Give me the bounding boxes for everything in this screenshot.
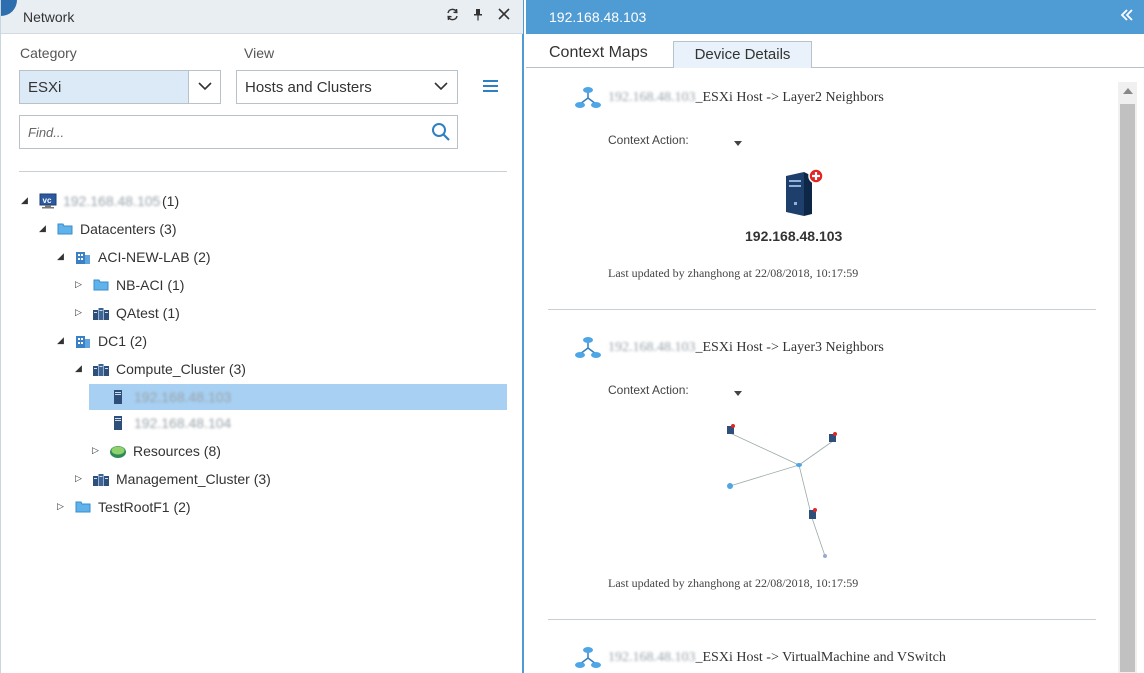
expanded-arrow-icon[interactable]: ◢ [21, 195, 31, 205]
search-icon[interactable] [431, 122, 451, 147]
tree-label: Resources (8) [133, 443, 221, 459]
last-updated-text: Last updated by zhanghong at 22/08/2018,… [608, 266, 859, 280]
context-map-title-device: 192.168.48.103 [608, 90, 696, 105]
context-map-title[interactable]: 192.168.48.103_ESXi Host -> VirtualMachi… [608, 650, 946, 666]
datacenter-icon [75, 333, 93, 349]
card-separator [548, 619, 1096, 620]
network-panel: Network Category View ESXi Hosts and Clu… [0, 0, 524, 673]
server-icon [112, 415, 130, 431]
context-action-label: Context Action: [608, 133, 689, 147]
scrollbar[interactable] [1118, 82, 1137, 673]
collapsed-arrow-icon[interactable]: ▷ [75, 307, 85, 317]
search-input[interactable] [26, 122, 426, 142]
cluster-icon [92, 361, 110, 377]
folder-icon [57, 221, 75, 237]
tree-label: QAtest (1) [116, 305, 180, 321]
network-map-icon[interactable] [574, 644, 602, 673]
context-map-title-device: 192.168.48.103 [608, 340, 696, 355]
device-panel: 192.168.48.103 Context Maps Device Detai… [526, 0, 1144, 673]
category-select-value: ESXi [28, 79, 62, 96]
vcenter-icon: vc [39, 193, 57, 209]
network-map-icon[interactable] [574, 84, 602, 117]
collapsed-arrow-icon[interactable]: ▷ [75, 473, 85, 483]
chevron-down-icon[interactable] [188, 71, 220, 103]
tab-context-maps[interactable]: Context Maps [549, 44, 648, 70]
panel-corner-decoration [1, 0, 17, 16]
network-map-icon[interactable] [574, 334, 602, 367]
datacenter-icon [75, 249, 93, 265]
expanded-arrow-icon[interactable]: ◢ [39, 223, 49, 233]
tab-device-details[interactable]: Device Details [673, 41, 812, 68]
device-panel-header: 192.168.48.103 [526, 0, 1144, 34]
close-icon[interactable] [496, 8, 512, 24]
context-maps-list: 192.168.48.103_ESXi Host -> Layer2 Neigh… [548, 80, 1118, 673]
search-field[interactable] [19, 115, 458, 149]
context-map-title-suffix: _ESXi Host -> VirtualMachine and VSwitch [695, 650, 946, 665]
context-map-title[interactable]: 192.168.48.103_ESXi Host -> Layer3 Neigh… [608, 340, 884, 356]
refresh-icon[interactable] [444, 8, 460, 24]
collapsed-arrow-icon[interactable]: ▷ [75, 279, 85, 289]
expanded-arrow-icon[interactable]: ◢ [57, 335, 67, 345]
network-panel-title: Network [23, 9, 75, 25]
tree-label: Compute_Cluster (3) [116, 361, 246, 377]
cluster-icon [92, 305, 110, 321]
resource-pool-icon [109, 443, 127, 459]
expanded-arrow-icon[interactable]: ◢ [57, 251, 67, 261]
tree-label: DC1 (2) [98, 333, 148, 349]
device-panel-title: 192.168.48.103 [549, 9, 647, 25]
context-action-label: Context Action: [608, 383, 689, 397]
context-action-dropdown[interactable] [734, 141, 742, 146]
context-map-title-suffix: _ESXi Host -> Layer2 Neighbors [695, 90, 884, 105]
folder-icon [93, 277, 111, 293]
layer3-map-thumbnail[interactable] [720, 418, 860, 568]
tree-label: 192.168.48.103 [134, 389, 232, 405]
context-action-dropdown[interactable] [734, 391, 742, 396]
context-map-title[interactable]: 192.168.48.103_ESXi Host -> Layer2 Neigh… [608, 90, 884, 106]
svg-text:vc: vc [43, 196, 52, 205]
collapsed-arrow-icon[interactable]: ▷ [57, 501, 67, 511]
card-separator [548, 309, 1096, 310]
esxi-host-icon[interactable] [782, 168, 828, 225]
scrollbar-thumb[interactable] [1120, 104, 1135, 672]
network-panel-header: Network [1, 0, 523, 34]
tree-label: 192.168.48.105 [63, 193, 161, 209]
context-map-title-suffix: _ESXi Host -> Layer3 Neighbors [695, 340, 884, 355]
view-select[interactable]: Hosts and Clusters [236, 70, 458, 104]
tree-label: 192.168.48.104 [134, 415, 232, 431]
context-map-title-device: 192.168.48.103 [608, 650, 696, 665]
view-label: View [244, 45, 275, 61]
tab-bar: Context Maps Device Details [526, 34, 1144, 68]
expanded-arrow-icon[interactable]: ◢ [75, 363, 85, 373]
collapsed-arrow-icon[interactable]: ▷ [92, 445, 102, 455]
tree-count: (1) [162, 193, 180, 209]
menu-icon[interactable] [483, 79, 499, 95]
category-label: Category [20, 45, 77, 61]
double-chevron-left-icon[interactable] [1120, 8, 1134, 27]
scroll-up-icon[interactable] [1123, 88, 1133, 94]
tree-label: Management_Cluster (3) [116, 471, 271, 487]
tree-label: TestRootF1 (2) [98, 499, 191, 515]
view-select-value: Hosts and Clusters [245, 79, 372, 96]
device-label: 192.168.48.103 [745, 228, 843, 244]
cluster-icon [92, 471, 110, 487]
folder-icon [75, 499, 93, 515]
divider [19, 171, 507, 172]
chevron-down-icon[interactable] [425, 71, 457, 103]
server-icon [112, 389, 130, 405]
category-select[interactable]: ESXi [19, 70, 221, 104]
tree-label: Datacenters (3) [80, 221, 177, 237]
pin-icon[interactable] [470, 8, 486, 24]
last-updated-text: Last updated by zhanghong at 22/08/2018,… [608, 576, 859, 590]
tree-label: ACI-NEW-LAB (2) [98, 249, 211, 265]
tree-label: NB-ACI (1) [116, 277, 185, 293]
